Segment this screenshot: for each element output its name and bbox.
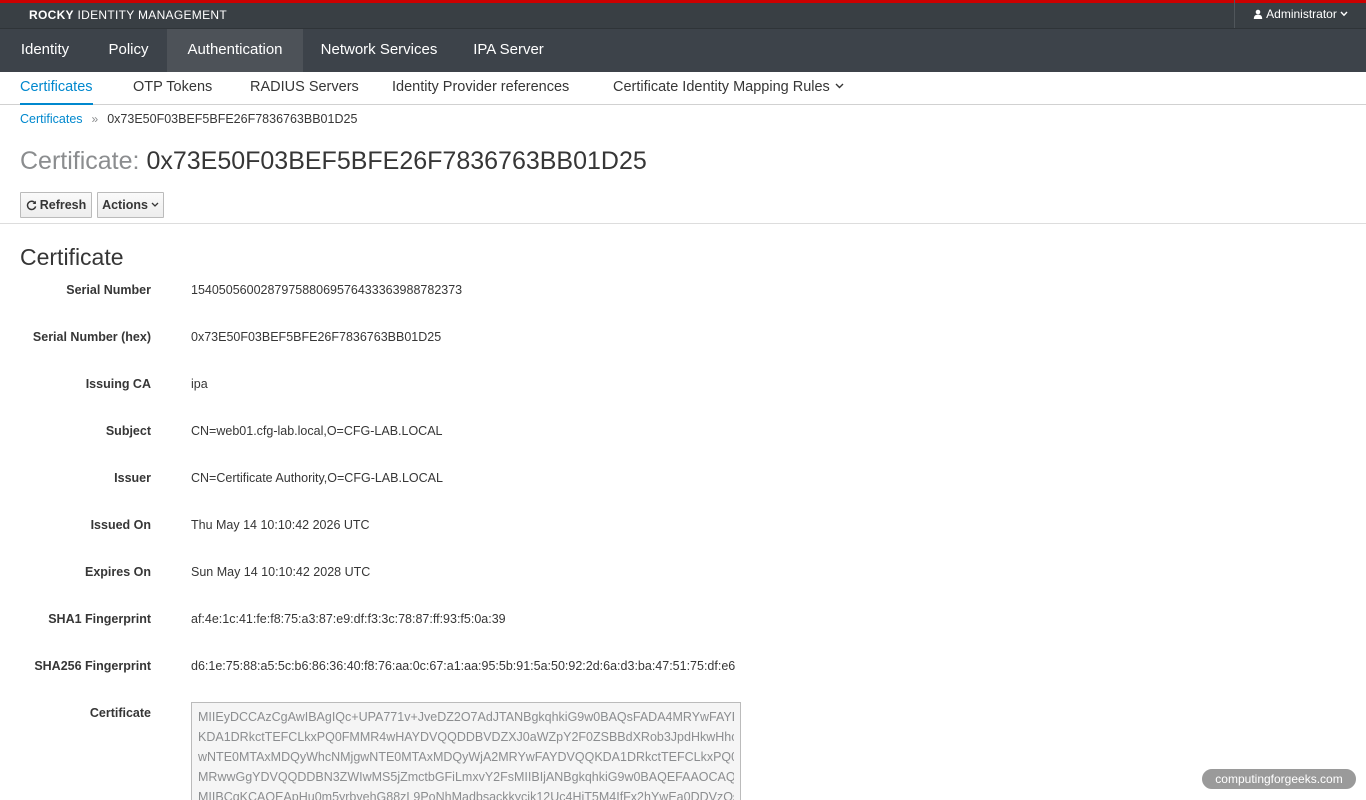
subnav-tab-otp-tokens[interactable]: OTP Tokens [133,72,212,105]
issued-on-value: Thu May 14 10:10:42 2026 UTC [191,518,370,532]
sha256-fingerprint-value: d6:1e:75:88:a5:5c:b6:86:36:40:f8:76:aa:0… [191,659,736,673]
subnav-tab-label: Certificate Identity Mapping Rules [613,79,830,95]
user-menu[interactable]: Administrator [1234,0,1366,28]
issuing-ca-value: ipa [191,377,208,391]
breadcrumb-link-certificates[interactable]: Certificates [20,112,83,126]
certificate-line: MRwwGgYDVQQDDBN3ZWIwMS5jZmctbGFiLmxvY2Fs… [198,770,734,784]
nav-tab-policy[interactable]: Policy [90,29,167,73]
subnav-tab-radius-servers[interactable]: RADIUS Servers [250,72,359,105]
chevron-down-icon [1340,11,1348,17]
certificate-label: Certificate [89,706,151,720]
section-title: Certificate [20,244,124,270]
secondary-nav: Certificates OTP Tokens RADIUS Servers I… [0,72,1366,105]
certificate-line: KDA1DRkctTEFCLkxPQ0FMMR4wHAYDVQQDDBVDZXJ… [198,730,734,744]
serial-number-hex-value: 0x73E50F03BEF5BFE26F7836763BB01D25 [191,330,442,344]
sha1-fingerprint-value: af:4e:1c:41:fe:f8:75:a3:87:e9:df:f3:3c:7… [191,612,506,626]
expires-on-value: Sun May 14 10:10:42 2028 UTC [191,565,371,579]
subject-value: CN=web01.cfg-lab.local,O=CFG-LAB.LOCAL [191,424,443,438]
chevron-down-icon [835,83,844,89]
user-icon [1253,9,1263,19]
watermark: computingforgeeks.com [1201,768,1357,790]
issuing-ca-label: Issuing CA [85,377,151,391]
sha256-fingerprint-label: SHA256 Fingerprint [34,659,151,673]
nav-tab-authentication[interactable]: Authentication [167,29,303,73]
actions-dropdown-button[interactable]: Actions [97,192,164,218]
certificate-line: MIIBCgKCAQEApHu0m5yrbyehG88zL9PoNhMadbsa… [198,790,734,800]
certificate-line: MIIEyDCCAzCgAwIBAgIQc+UPA771v+JveDZ2O7Ad… [198,710,734,724]
expires-on-label: Expires On [85,565,151,579]
serial-number-value: 154050560028797588069576433363988782373 [191,283,463,297]
issued-on-label: Issued On [90,518,151,532]
refresh-button[interactable]: Refresh [20,192,92,218]
subnav-tab-certificates[interactable]: Certificates [20,72,93,105]
toolbar-divider [0,223,1366,224]
certificate-textarea[interactable]: MIIEyDCCAzCgAwIBAgIQc+UPA771v+JveDZ2O7Ad… [191,702,741,800]
subnav-tab-certificate-identity-mapping-rules[interactable]: Certificate Identity Mapping Rules [613,72,844,105]
nav-tab-network-services[interactable]: Network Services [303,29,455,73]
refresh-icon [26,200,37,210]
brand-logo: ROCKY IDENTITY MANAGEMENT [29,8,227,22]
chevron-down-icon [151,202,159,207]
page-title: Certificate: 0x73E50F03BEF5BFE26F7836763… [20,147,647,176]
breadcrumb-separator: » [91,112,99,126]
serial-number-hex-label: Serial Number (hex) [32,330,151,344]
page-title-value: 0x73E50F03BEF5BFE26F7836763BB01D25 [146,147,647,175]
breadcrumb-current: 0x73E50F03BEF5BFE26F7836763BB01D25 [107,112,358,126]
serial-number-label: Serial Number [66,283,151,297]
refresh-button-label: Refresh [39,198,87,212]
nav-tab-identity[interactable]: Identity [0,29,90,73]
breadcrumb: Certificates » 0x73E50F03BEF5BFE26F78367… [20,112,357,126]
subnav-tab-identity-provider-references[interactable]: Identity Provider references [392,72,569,105]
actions-button-label: Actions [102,198,148,212]
issuer-label: Issuer [114,471,151,485]
certificate-line: wNTE0MTAxMDQyWhcNMjgwNTE0MTAxMDQyWjA2MRY… [198,750,734,764]
page-title-prefix: Certificate: [20,147,140,175]
nav-tab-ipa-server[interactable]: IPA Server [455,29,562,73]
subject-label: Subject [105,424,151,438]
issuer-value: CN=Certificate Authority,O=CFG-LAB.LOCAL [191,471,443,485]
sha1-fingerprint-label: SHA1 Fingerprint [48,612,151,626]
user-menu-label: Administrator [1266,7,1337,21]
masthead: ROCKY IDENTITY MANAGEMENT Administrator [0,0,1366,28]
primary-nav: Identity Policy Authentication Network S… [0,28,1366,73]
